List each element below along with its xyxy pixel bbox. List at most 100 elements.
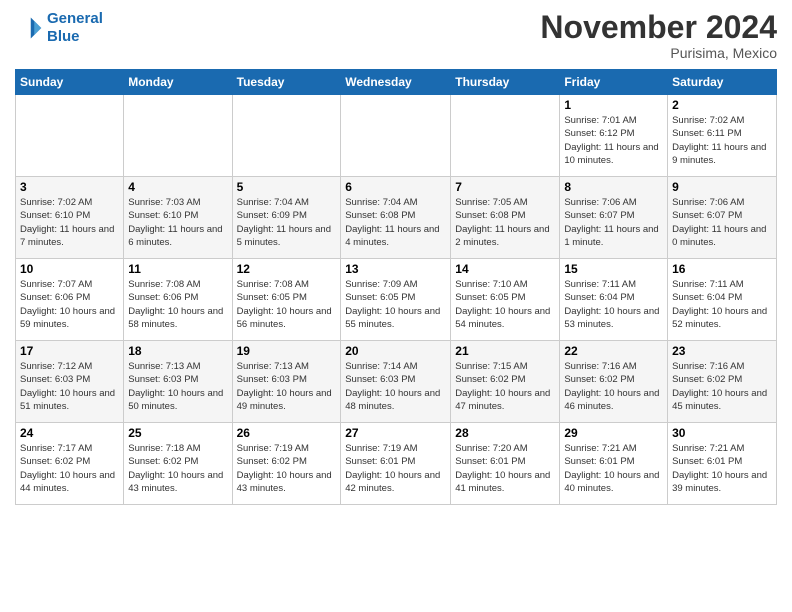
calendar-cell: 22Sunrise: 7:16 AMSunset: 6:02 PMDayligh… — [560, 341, 668, 423]
day-number: 30 — [672, 426, 772, 440]
day-number: 10 — [20, 262, 119, 276]
week-row-1: 1 Sunrise: 7:01 AMSunset: 6:12 PMDaylight… — [16, 95, 777, 177]
day-info: Sunrise: 7:10 AMSunset: 6:05 PMDaylight:… — [455, 278, 555, 331]
logo-general: General — [47, 10, 103, 27]
day-info: Sunrise: 7:21 AMSunset: 6:01 PMDaylight:… — [564, 442, 663, 495]
day-info: Sunrise: 7:03 AMSunset: 6:10 PMDaylight:… — [128, 196, 227, 249]
calendar-cell: 20Sunrise: 7:14 AMSunset: 6:03 PMDayligh… — [341, 341, 451, 423]
calendar-cell: 13Sunrise: 7:09 AMSunset: 6:05 PMDayligh… — [341, 259, 451, 341]
day-info: Sunrise: 7:16 AMSunset: 6:02 PMDaylight:… — [564, 360, 663, 413]
day-info: Sunrise: 7:02 AMSunset: 6:10 PMDaylight:… — [20, 196, 119, 249]
day-info: Sunrise: 7:18 AMSunset: 6:02 PMDaylight:… — [128, 442, 227, 495]
weekday-header-wednesday: Wednesday — [341, 70, 451, 95]
logo: General Blue — [15, 10, 103, 46]
day-number: 16 — [672, 262, 772, 276]
calendar-cell: 9 Sunrise: 7:06 AMSunset: 6:07 PMDaylight… — [668, 177, 777, 259]
calendar-cell: 23 Sunrise: 7:16 AMSunset: 6:02 PMDayligh… — [668, 341, 777, 423]
calendar-cell: 30 Sunrise: 7:21 AMSunset: 6:01 PMDayligh… — [668, 423, 777, 505]
day-number: 14 — [455, 262, 555, 276]
day-info: Sunrise: 7:21 AMSunset: 6:01 PMDaylight:… — [672, 442, 772, 495]
calendar-cell: 14 Sunrise: 7:10 AMSunset: 6:05 PMDayligh… — [451, 259, 560, 341]
week-row-2: 3 Sunrise: 7:02 AMSunset: 6:10 PMDaylight… — [16, 177, 777, 259]
weekday-header-sunday: Sunday — [16, 70, 124, 95]
calendar-cell — [341, 95, 451, 177]
day-number: 8 — [564, 180, 663, 194]
week-row-5: 24 Sunrise: 7:17 AMSunset: 6:02 PMDayligh… — [16, 423, 777, 505]
day-number: 19 — [237, 344, 337, 358]
calendar-cell: 18 Sunrise: 7:13 AMSunset: 6:03 PMDayligh… — [124, 341, 232, 423]
day-info: Sunrise: 7:08 AMSunset: 6:05 PMDaylight:… — [237, 278, 337, 331]
week-row-4: 17Sunrise: 7:12 AMSunset: 6:03 PMDayligh… — [16, 341, 777, 423]
weekday-header-monday: Monday — [124, 70, 232, 95]
calendar-cell — [232, 95, 341, 177]
calendar-cell: 10 Sunrise: 7:07 AMSunset: 6:06 PMDayligh… — [16, 259, 124, 341]
logo-text: General Blue — [47, 10, 103, 46]
day-info: Sunrise: 7:06 AMSunset: 6:07 PMDaylight:… — [564, 196, 663, 249]
day-number: 29 — [564, 426, 663, 440]
day-number: 5 — [237, 180, 337, 194]
day-info: Sunrise: 7:11 AMSunset: 6:04 PMDaylight:… — [564, 278, 663, 331]
calendar-cell: 25 Sunrise: 7:18 AMSunset: 6:02 PMDayligh… — [124, 423, 232, 505]
day-number: 12 — [237, 262, 337, 276]
day-number: 28 — [455, 426, 555, 440]
day-number: 6 — [345, 180, 446, 194]
day-number: 1 — [564, 98, 663, 112]
page: General Blue November 2024 Purisima, Mex… — [0, 0, 792, 515]
day-number: 24 — [20, 426, 119, 440]
calendar-cell — [124, 95, 232, 177]
calendar-cell: 2 Sunrise: 7:02 AMSunset: 6:11 PMDaylight… — [668, 95, 777, 177]
day-number: 3 — [20, 180, 119, 194]
day-number: 26 — [237, 426, 337, 440]
day-info: Sunrise: 7:06 AMSunset: 6:07 PMDaylight:… — [672, 196, 772, 249]
day-number: 11 — [128, 262, 227, 276]
day-number: 9 — [672, 180, 772, 194]
day-info: Sunrise: 7:01 AMSunset: 6:12 PMDaylight:… — [564, 114, 663, 167]
day-info: Sunrise: 7:08 AMSunset: 6:06 PMDaylight:… — [128, 278, 227, 331]
weekday-header-thursday: Thursday — [451, 70, 560, 95]
weekday-header-row: SundayMondayTuesdayWednesdayThursdayFrid… — [16, 70, 777, 95]
calendar-cell: 8 Sunrise: 7:06 AMSunset: 6:07 PMDaylight… — [560, 177, 668, 259]
weekday-header-tuesday: Tuesday — [232, 70, 341, 95]
weekday-header-saturday: Saturday — [668, 70, 777, 95]
subtitle: Purisima, Mexico — [540, 45, 777, 61]
calendar-cell: 26 Sunrise: 7:19 AMSunset: 6:02 PMDayligh… — [232, 423, 341, 505]
calendar-cell: 29 Sunrise: 7:21 AMSunset: 6:01 PMDayligh… — [560, 423, 668, 505]
calendar-cell: 19Sunrise: 7:13 AMSunset: 6:03 PMDayligh… — [232, 341, 341, 423]
day-info: Sunrise: 7:05 AMSunset: 6:08 PMDaylight:… — [455, 196, 555, 249]
day-number: 18 — [128, 344, 227, 358]
header: General Blue November 2024 Purisima, Mex… — [15, 10, 777, 61]
day-number: 23 — [672, 344, 772, 358]
day-number: 25 — [128, 426, 227, 440]
calendar-cell: 17Sunrise: 7:12 AMSunset: 6:03 PMDayligh… — [16, 341, 124, 423]
calendar-cell: 16 Sunrise: 7:11 AMSunset: 6:04 PMDayligh… — [668, 259, 777, 341]
day-number: 20 — [345, 344, 446, 358]
calendar-cell: 11 Sunrise: 7:08 AMSunset: 6:06 PMDayligh… — [124, 259, 232, 341]
calendar-cell: 4 Sunrise: 7:03 AMSunset: 6:10 PMDaylight… — [124, 177, 232, 259]
calendar-cell: 12 Sunrise: 7:08 AMSunset: 6:05 PMDayligh… — [232, 259, 341, 341]
day-info: Sunrise: 7:11 AMSunset: 6:04 PMDaylight:… — [672, 278, 772, 331]
day-info: Sunrise: 7:19 AMSunset: 6:01 PMDaylight:… — [345, 442, 446, 495]
calendar-cell: 3 Sunrise: 7:02 AMSunset: 6:10 PMDaylight… — [16, 177, 124, 259]
day-info: Sunrise: 7:09 AMSunset: 6:05 PMDaylight:… — [345, 278, 446, 331]
day-info: Sunrise: 7:04 AMSunset: 6:08 PMDaylight:… — [345, 196, 446, 249]
calendar-cell: 7 Sunrise: 7:05 AMSunset: 6:08 PMDaylight… — [451, 177, 560, 259]
day-info: Sunrise: 7:19 AMSunset: 6:02 PMDaylight:… — [237, 442, 337, 495]
day-info: Sunrise: 7:07 AMSunset: 6:06 PMDaylight:… — [20, 278, 119, 331]
calendar-cell: 28Sunrise: 7:20 AMSunset: 6:01 PMDayligh… — [451, 423, 560, 505]
title-block: November 2024 Purisima, Mexico — [540, 10, 777, 61]
day-info: Sunrise: 7:16 AMSunset: 6:02 PMDaylight:… — [672, 360, 772, 413]
logo-blue: Blue — [47, 28, 80, 45]
day-info: Sunrise: 7:02 AMSunset: 6:11 PMDaylight:… — [672, 114, 772, 167]
week-row-3: 10 Sunrise: 7:07 AMSunset: 6:06 PMDayligh… — [16, 259, 777, 341]
calendar-cell: 21Sunrise: 7:15 AMSunset: 6:02 PMDayligh… — [451, 341, 560, 423]
day-number: 7 — [455, 180, 555, 194]
calendar-cell: 15Sunrise: 7:11 AMSunset: 6:04 PMDayligh… — [560, 259, 668, 341]
day-info: Sunrise: 7:13 AMSunset: 6:03 PMDaylight:… — [128, 360, 227, 413]
day-number: 4 — [128, 180, 227, 194]
day-number: 27 — [345, 426, 446, 440]
day-number: 2 — [672, 98, 772, 112]
calendar-cell: 24 Sunrise: 7:17 AMSunset: 6:02 PMDayligh… — [16, 423, 124, 505]
calendar-cell — [16, 95, 124, 177]
day-info: Sunrise: 7:17 AMSunset: 6:02 PMDaylight:… — [20, 442, 119, 495]
day-info: Sunrise: 7:12 AMSunset: 6:03 PMDaylight:… — [20, 360, 119, 413]
